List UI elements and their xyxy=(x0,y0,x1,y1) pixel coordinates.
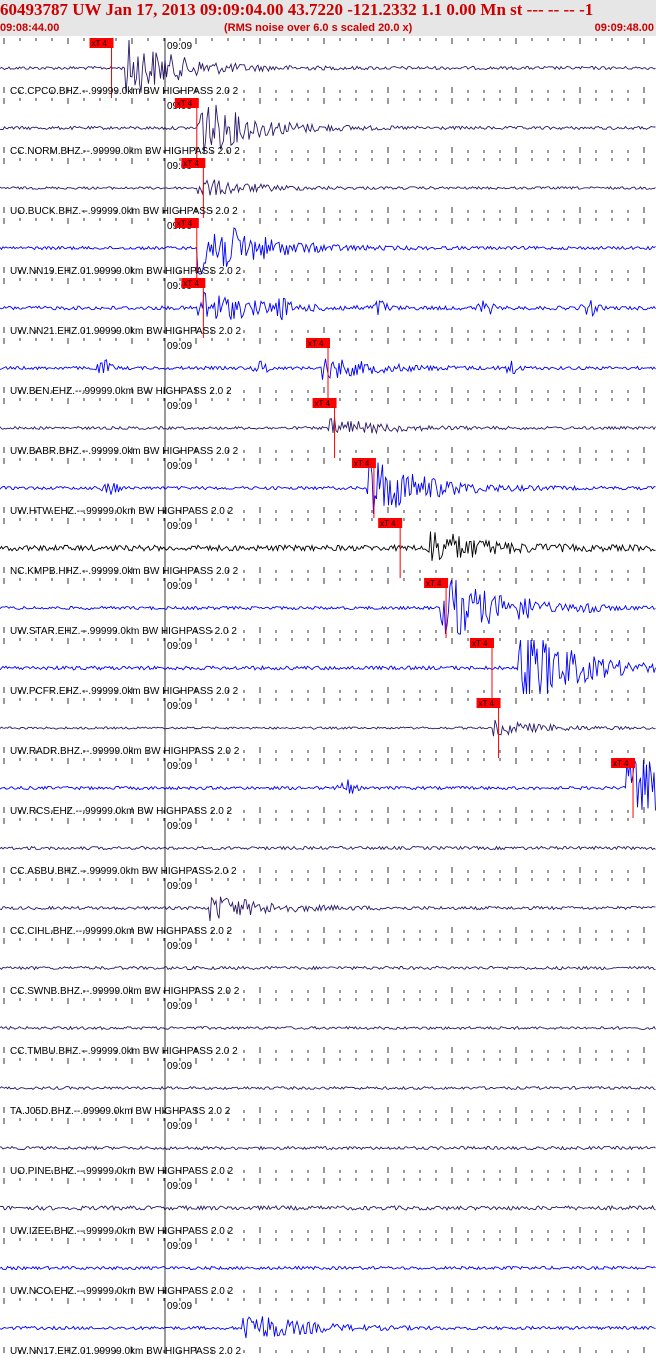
minute-label: 09:09 xyxy=(167,1301,192,1312)
trace-row: 09:09 UW.IZEE.BHZ.--.99999.0km BW HIGHPAS… xyxy=(0,1178,656,1237)
trace-row: 09:09 xT 4 UW.RCS.EHZ.--.99999.0km BW HIGH… xyxy=(0,758,656,818)
minute-label: 09:09 xyxy=(167,461,192,472)
station-label: CC.CIHL.BHZ.--.99999.0km BW HIGHPASS 2.0… xyxy=(10,926,233,937)
pick-label: xT 4 xyxy=(613,759,629,768)
waveform xyxy=(0,1265,656,1271)
end-time: 09:09:48.00 xyxy=(594,22,654,34)
waveform xyxy=(0,531,656,561)
trace-row: 09:09 TA.J05D.BHZ.--.99999.0km BW HIGHPAS… xyxy=(0,1058,656,1117)
station-label: UW.NN21.EHZ.01.99999.0km BW HIGHPASS 2.0… xyxy=(10,326,241,337)
trace-row: 09:09 xT 4 UW.STAR.EHZ.--.99999.0km BW HIG… xyxy=(0,578,656,638)
pick-label: xT 4 xyxy=(479,699,495,708)
pick-label: xT 4 xyxy=(308,339,324,348)
waveform xyxy=(0,719,656,737)
station-label: CC.TMBU.BHZ.--.99999.0km BW HIGHPASS 2.0… xyxy=(10,1046,238,1057)
waveform xyxy=(0,965,656,971)
trace-row: 09:09 CC.SWNB.BHZ.--.99999.0km BW HIGHPAS… xyxy=(0,938,656,997)
station-label: UW.IZEE.BHZ.--.99999.0km BW HIGHPASS 2.0… xyxy=(10,1226,234,1237)
trace-row: 09:09xT 4UW.NN19.EHZ.01.99999.0km BW HIG… xyxy=(0,218,656,278)
minute-label: 09:09 xyxy=(167,821,192,832)
trace-row: 09:09 CC.CIHL.BHZ.--.99999.0km BW HIGHPAS… xyxy=(0,878,656,937)
station-label: UO.BUCK.BHZ.--.99999.0km BW HIGHPASS 2.0… xyxy=(10,206,238,217)
pick-label: xT 4 xyxy=(183,159,199,168)
trace-row: 09:09 xT 4 NC.KMPB.HHZ.--.99999.0km BW HIG… xyxy=(0,518,656,578)
pick-label: xT 4 xyxy=(426,579,442,588)
minute-label: 09:09 xyxy=(167,941,192,952)
minute-label: 09:09 xyxy=(167,521,192,532)
minute-label: 09:09 xyxy=(167,761,192,772)
waveform xyxy=(0,845,656,851)
waveform xyxy=(0,759,656,811)
station-label: CC.NORM.BHZ.--.99999.0km BW HIGHPASS 2.0… xyxy=(10,146,240,157)
pick-label: xT 4 xyxy=(92,39,108,48)
trace-row: 09:09xT 4CC.NORM.BHZ.--.99999.0km BW HIG… xyxy=(0,98,656,158)
trace-row: 09:09 xT 4 CC.CPCO.BHZ.--.99999.0km BW HIG… xyxy=(0,38,656,98)
trace-row: 09:09 xT 4 UW.BEN.EHZ.--.99999.0km BW HIGH… xyxy=(0,338,656,398)
minute-label: 09:09 xyxy=(167,401,192,412)
station-label: UO.PINE.BHZ.--.99999.0km BW HIGHPASS 2.0… xyxy=(10,1166,234,1177)
station-label: TA.J05D.BHZ.--.99999.0km BW HIGHPASS 2.0… xyxy=(10,1106,231,1117)
trace-row: 09:09xT 4UW.NN21.EHZ.01.99999.0km BW HIG… xyxy=(0,278,656,338)
waveform xyxy=(0,291,656,321)
minute-label: 09:09 xyxy=(167,581,192,592)
minute-label: 09:09 xyxy=(167,1121,192,1132)
trace-row: 09:09 xT 4 UW.RADR.BHZ.--.99999.0km BW HIG… xyxy=(0,698,656,758)
station-label: UW.STAR.EHZ.--.99999.0km BW HIGHPASS 2.0… xyxy=(10,626,237,637)
minute-label: 09:09 xyxy=(167,41,192,52)
minute-label: 09:09 xyxy=(167,1181,192,1192)
trace-row: 09:09xT 4UO.BUCK.BHZ.--.99999.0km BW HIG… xyxy=(0,158,656,218)
waveform xyxy=(0,1145,656,1151)
station-label: UW.RCS.EHZ.--.99999.0km BW HIGHPASS 2.0 … xyxy=(10,806,233,817)
trace-row: 09:09 xT 4 UW.BABR.BHZ.--.99999.0km BW HIG… xyxy=(0,398,656,458)
station-label: UW.HTW.EHZ.--.99999.0km BW HIGHPASS 2.0 … xyxy=(10,506,234,517)
pick-label: xT 4 xyxy=(177,219,193,228)
station-label: UW.BABR.BHZ.--.99999.0km BW HIGHPASS 2.0… xyxy=(10,446,239,457)
station-label: CC.SWNB.BHZ.--.99999.0km BW HIGHPASS 2.0… xyxy=(10,986,240,997)
minute-label: 09:09 xyxy=(167,641,192,652)
pick-label: xT 4 xyxy=(183,279,199,288)
start-time: 09:08:44.00 xyxy=(0,22,60,34)
trace-row: 09:09 CC.ASBU.BHZ.--.99999.0km BW HIGHPAS… xyxy=(0,818,656,877)
station-label: UW.NN19.EHZ.01.99999.0km BW HIGHPASS 2.0… xyxy=(10,266,241,277)
trace-row: 09:09 UO.PINE.BHZ.--.99999.0km BW HIGHPAS… xyxy=(0,1118,656,1177)
trace-row: 09:09 CC.TMBU.BHZ.--.99999.0km BW HIGHPAS… xyxy=(0,998,656,1057)
trace-row: 09:09 UW.NN17.EHZ.01.99999.0km BW HIGHPAS… xyxy=(0,1298,656,1357)
minute-label: 09:09 xyxy=(167,1241,192,1252)
waveform xyxy=(0,1316,656,1339)
trace-row: 09:09 UW.NCO.EHZ.--.99999.0km BW HIGHPASS… xyxy=(0,1238,656,1297)
pick-label: xT 4 xyxy=(472,639,488,648)
waveform xyxy=(0,1085,656,1091)
pick-label: xT 4 xyxy=(177,99,193,108)
station-label: NC.KMPB.HHZ.--.99999.0km BW HIGHPASS 2.0… xyxy=(10,566,239,577)
waveform xyxy=(0,179,656,196)
station-label: UW.NCO.EHZ.--.99999.0km BW HIGHPASS 2.0 … xyxy=(10,1286,234,1297)
pick-label: xT 4 xyxy=(380,519,396,528)
waveform xyxy=(0,417,656,435)
station-label: UW.NN17.EHZ.01.99999.0km BW HIGHPASS 2.0… xyxy=(10,1346,241,1357)
pick-label: xT 4 xyxy=(354,459,370,468)
station-label: UW.RADR.BHZ.--.99999.0km BW HIGHPASS 2.0… xyxy=(10,746,240,757)
pick-label: xT 4 xyxy=(315,399,331,408)
station-label: UW.PCFR.EHZ.--.99999.0km BW HIGHPASS 2.0… xyxy=(10,686,239,697)
waveform xyxy=(0,1204,656,1212)
waveform xyxy=(0,896,656,922)
trace-row: 09:09 xT 4 UW.PCFR.EHZ.--.99999.0km BW HIG… xyxy=(0,638,656,698)
minute-label: 09:09 xyxy=(167,701,192,712)
seismogram-panel: 09:09 xT 4 CC.CPCO.BHZ.--.99999.0km BW HIG… xyxy=(0,38,656,1357)
minute-label: 09:09 xyxy=(167,341,192,352)
waveform xyxy=(0,1025,656,1031)
station-label: UW.BEN.EHZ.--.99999.0km BW HIGHPASS 2.0 … xyxy=(10,386,232,397)
station-label: CC.ASBU.BHZ.--.99999.0km BW HIGHPASS 2.0… xyxy=(10,866,237,877)
minute-label: 09:09 xyxy=(167,1061,192,1072)
event-title: 60493787 UW Jan 17, 2013 09:09:04.00 43.… xyxy=(0,0,594,19)
scaling-note: (RMS noise over 6.0 s scaled 20.0 x) xyxy=(224,22,413,34)
minute-label: 09:09 xyxy=(167,881,192,892)
trace-row: 09:09 xT 4 UW.HTW.EHZ.--.99999.0km BW HIGH… xyxy=(0,458,656,518)
header-bar: 60493787 UW Jan 17, 2013 09:09:04.00 43.… xyxy=(0,0,656,36)
station-label: CC.CPCO.BHZ.--.99999.0km BW HIGHPASS 2.0… xyxy=(10,86,239,97)
minute-label: 09:09 xyxy=(167,1001,192,1012)
